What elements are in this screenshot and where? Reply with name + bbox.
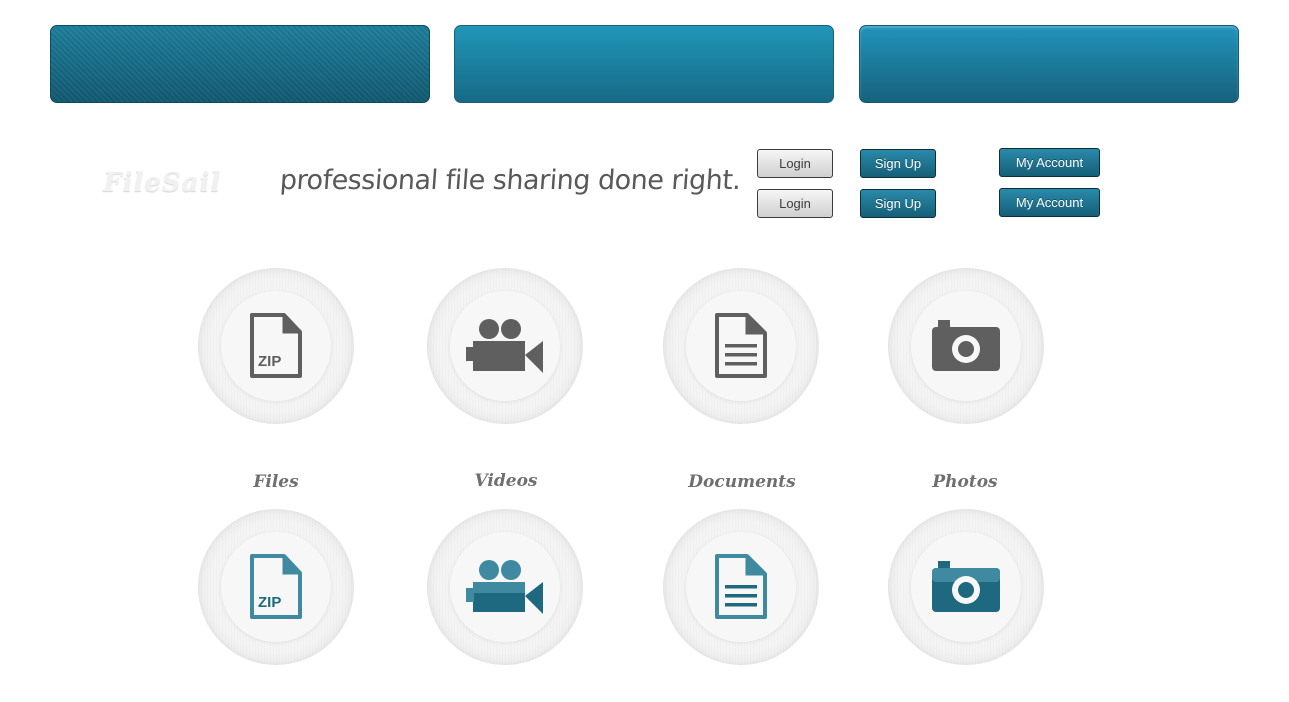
videos-circle-active[interactable] xyxy=(427,509,583,665)
login-button[interactable]: Login xyxy=(757,149,833,178)
zip-label: ZIP xyxy=(258,594,281,611)
my-account-button[interactable]: My Account xyxy=(999,148,1100,177)
photos-circle[interactable] xyxy=(888,268,1044,424)
banner-glossy xyxy=(859,25,1239,103)
sign-up-button-hover[interactable]: Sign Up xyxy=(860,189,936,218)
document-icon xyxy=(715,313,767,378)
videos-circle[interactable] xyxy=(427,268,583,424)
login-button-hover[interactable]: Login xyxy=(757,189,833,218)
video-camera-icon xyxy=(466,319,543,373)
sign-up-button[interactable]: Sign Up xyxy=(860,149,936,178)
files-circle-active[interactable]: ZIP xyxy=(198,509,354,665)
camera-icon xyxy=(932,320,1000,371)
banner-textured xyxy=(50,25,430,103)
category-label-videos[interactable]: Videos xyxy=(426,471,586,491)
video-camera-icon xyxy=(466,560,543,614)
documents-circle[interactable] xyxy=(663,268,819,424)
documents-circle-active[interactable] xyxy=(663,509,819,665)
tagline: professional file sharing done right. xyxy=(278,165,742,196)
zip-label: ZIP xyxy=(258,353,281,370)
category-label-photos[interactable]: Photos xyxy=(885,472,1045,492)
category-label-documents[interactable]: Documents xyxy=(662,472,822,492)
page: FileSail professional file sharing done … xyxy=(0,0,1289,702)
category-label-files[interactable]: Files xyxy=(196,472,356,492)
document-icon xyxy=(715,554,767,619)
photos-circle-active[interactable] xyxy=(888,509,1044,665)
logo[interactable]: FileSail xyxy=(103,168,221,198)
camera-icon xyxy=(932,561,1000,612)
banner-gradient xyxy=(454,25,834,103)
zip-file-icon: ZIP xyxy=(250,554,302,619)
zip-file-icon: ZIP xyxy=(250,313,302,378)
files-circle[interactable]: ZIP xyxy=(198,268,354,424)
my-account-button-hover[interactable]: My Account xyxy=(999,188,1100,217)
